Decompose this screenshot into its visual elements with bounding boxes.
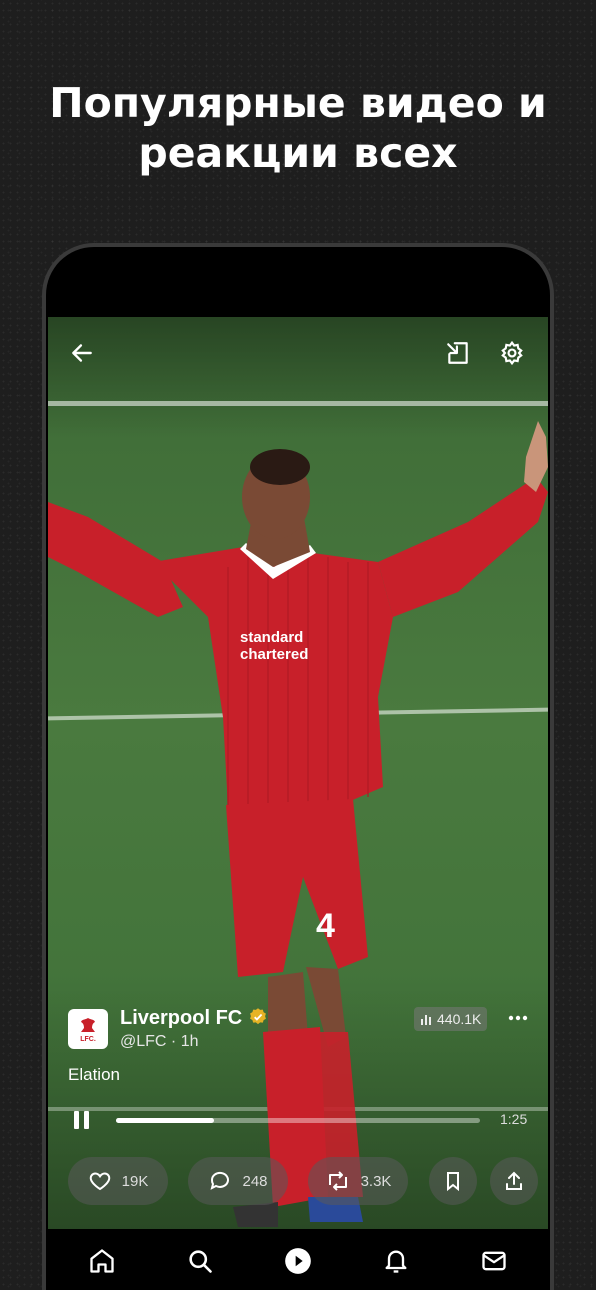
bookmark-button[interactable] <box>429 1157 477 1205</box>
progress-fill <box>116 1118 215 1123</box>
settings-button[interactable] <box>494 335 530 371</box>
repost-button[interactable]: 3.3K <box>308 1157 408 1205</box>
bookmark-icon <box>447 1172 459 1192</box>
bar-chart-icon <box>421 1015 431 1025</box>
repost-icon <box>328 1171 347 1191</box>
bottom-nav <box>48 1229 548 1290</box>
speech-bubble-icon <box>210 1171 230 1190</box>
pause-button[interactable] <box>74 1111 90 1129</box>
avatar-label: LFC. <box>80 1035 96 1043</box>
svg-text:chartered: chartered <box>240 646 308 663</box>
repost-count: 3.3K <box>360 1172 392 1190</box>
playback-controls: 1:25 <box>68 1105 528 1135</box>
like-count: 19K <box>121 1172 149 1190</box>
video-screen[interactable]: standard chartered 4 LFC. Liverpool FC @… <box>48 317 548 1290</box>
headline: Популярные видео и реакции всех <box>0 78 596 178</box>
picture-in-picture-button[interactable] <box>440 335 476 371</box>
headline-line-2: реакции всех <box>138 129 458 177</box>
more-button[interactable] <box>508 1005 528 1028</box>
video-frame-player: standard chartered 4 <box>48 421 548 1227</box>
nav-video[interactable] <box>280 1243 316 1279</box>
nav-messages[interactable] <box>476 1243 512 1279</box>
engagement-bar: 19K 248 3.3K <box>68 1157 538 1205</box>
headline-line-1: Популярные видео и <box>49 79 547 127</box>
pause-icon-bar <box>84 1111 89 1129</box>
nav-home[interactable] <box>84 1243 120 1279</box>
like-button[interactable]: 19K <box>68 1157 168 1205</box>
nav-search[interactable] <box>182 1243 218 1279</box>
lfc-crest-icon <box>81 1017 95 1032</box>
reply-count: 248 <box>242 1172 268 1190</box>
avatar[interactable]: LFC. <box>68 1009 108 1049</box>
svg-text:4: 4 <box>316 907 335 945</box>
video-duration: 1:25 <box>500 1111 528 1127</box>
progress-track[interactable] <box>116 1118 480 1123</box>
home-icon <box>90 1249 114 1273</box>
author-handle: @LFC · 1h <box>120 1033 199 1050</box>
picture-in-picture-icon <box>447 342 468 364</box>
share-button[interactable] <box>490 1157 538 1205</box>
pause-icon <box>74 1111 79 1129</box>
author-name[interactable]: Liverpool FC <box>120 1007 268 1030</box>
post-author: LFC. Liverpool FC @LFC · 1h 440.1K <box>68 1007 528 1053</box>
play-icon <box>285 1248 311 1274</box>
post-caption: Elation <box>68 1065 120 1084</box>
author-name-text: Liverpool FC <box>120 1007 243 1029</box>
search-icon <box>189 1250 212 1273</box>
more-dots-icon <box>508 1015 528 1021</box>
verified-badge-icon <box>249 1008 266 1025</box>
back-button[interactable] <box>64 335 100 371</box>
mail-icon <box>482 1251 506 1271</box>
view-count: 440.1K <box>414 1007 488 1031</box>
reply-button[interactable]: 248 <box>188 1157 288 1205</box>
heart-icon <box>89 1172 110 1191</box>
share-icon <box>506 1171 522 1190</box>
gear-icon <box>501 340 523 366</box>
bell-icon <box>385 1250 407 1273</box>
arrow-left-icon <box>72 344 92 362</box>
nav-notifications[interactable] <box>378 1243 414 1279</box>
svg-text:standard: standard <box>240 629 303 646</box>
view-count-value: 440.1K <box>437 1011 482 1027</box>
phone-frame: standard chartered 4 LFC. Liverpool FC @… <box>42 243 554 1290</box>
